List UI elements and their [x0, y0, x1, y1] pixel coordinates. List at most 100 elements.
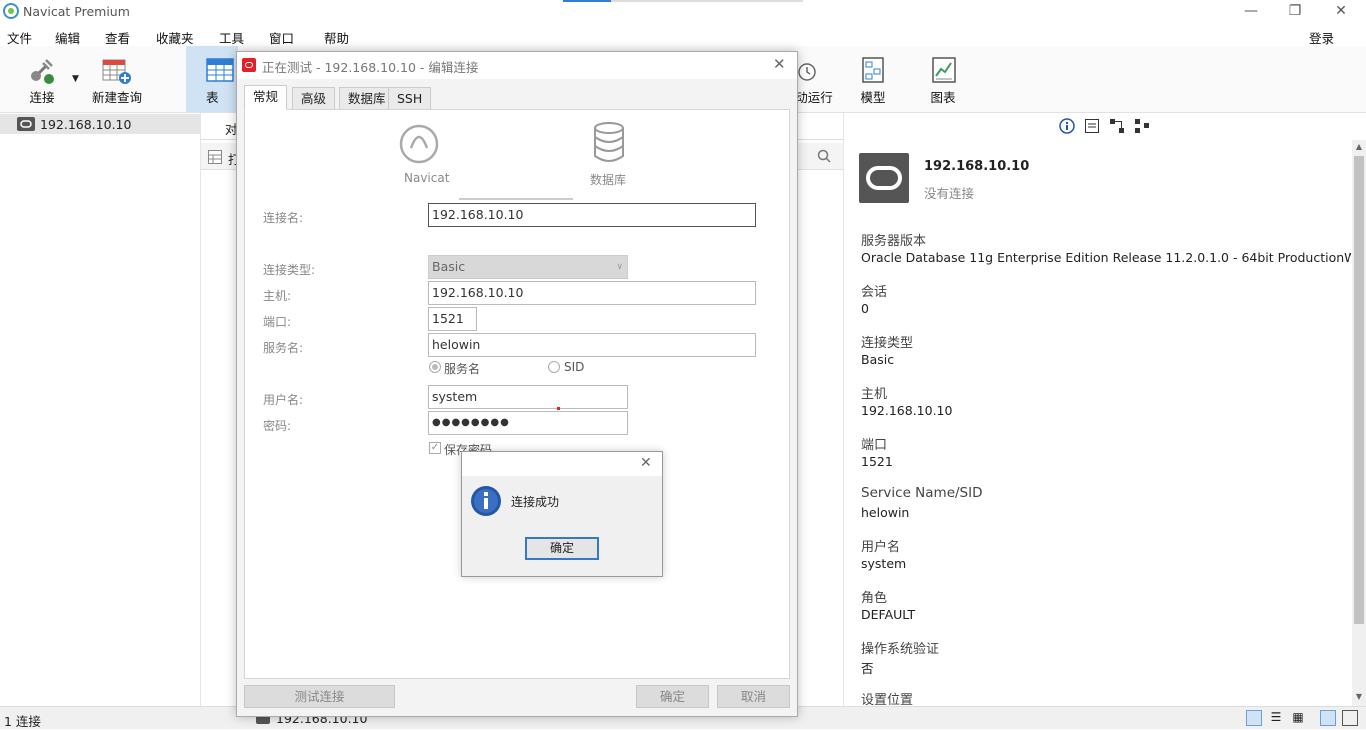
oracle-icon	[17, 117, 35, 131]
info-connection-status: 没有连接	[924, 186, 975, 201]
radio-sid[interactable]	[548, 361, 560, 373]
ddl-icon[interactable]	[1085, 119, 1099, 133]
database-icon	[594, 122, 624, 162]
menu-edit[interactable]: 编辑	[55, 28, 80, 47]
menu-file[interactable]: 文件	[7, 28, 32, 47]
info-connection-name: 192.168.10.10	[924, 159, 1030, 174]
search-icon[interactable]	[817, 149, 831, 163]
general-tab-panel: Navicat 数据库 连接名: 192.168.10.10 连接类型: Bas…	[244, 109, 790, 679]
service-label: 服务名:	[263, 341, 304, 355]
info-label-sessions: 会话	[861, 285, 888, 300]
menu-window[interactable]: 窗口	[269, 28, 294, 47]
scroll-down-icon[interactable]: ▼	[1352, 690, 1366, 704]
minimize-button[interactable]: —	[1228, 0, 1274, 22]
info-value-role: DEFAULT	[861, 607, 916, 622]
grid-view-icon[interactable]: ▦	[1290, 710, 1306, 726]
save-password-checkbox[interactable]: ✓	[429, 442, 441, 454]
dialog-close-icon[interactable]: ✕	[773, 55, 786, 73]
detail-view-icon[interactable]: ☰	[1268, 710, 1284, 726]
tab-advanced[interactable]: 高级	[292, 87, 336, 109]
scroll-thumb[interactable]	[1354, 156, 1364, 624]
connect-dropdown-icon[interactable]: ▼	[72, 74, 79, 84]
info-label-role: 角色	[861, 591, 888, 606]
info-scrollbar[interactable]: ▲ ▼	[1352, 140, 1366, 706]
menu-view[interactable]: 查看	[105, 28, 130, 47]
window-title: Navicat Premium	[23, 4, 130, 19]
info-label-service: Service Name/SID	[861, 485, 983, 501]
info-value-sessions: 0	[861, 301, 869, 316]
test-connection-button[interactable]: 测试连接	[244, 685, 395, 708]
connect-button[interactable]: ▼ 连接	[14, 46, 79, 112]
info-icon[interactable]	[1059, 118, 1075, 134]
title-bar: Navicat Premium — ❐ ✕	[0, 0, 1366, 24]
close-window-button[interactable]: ✕	[1318, 0, 1364, 22]
success-message-box: ✕ 连接成功 确定	[461, 451, 663, 577]
conn-name-label: 连接名:	[263, 211, 304, 225]
info-value-user: system	[861, 556, 907, 571]
user-input[interactable]: system	[428, 385, 628, 409]
list-view-icon[interactable]	[1246, 710, 1262, 726]
service-input[interactable]: helowin	[428, 333, 756, 357]
cursor-dot	[557, 407, 560, 410]
info-value-conn-type: Basic	[861, 352, 895, 367]
connect-label: 连接	[29, 90, 55, 105]
msgbox-ok-button[interactable]: 确定	[525, 537, 599, 560]
conn-name-input[interactable]: 192.168.10.10	[428, 203, 756, 227]
open-table-icon	[208, 150, 222, 164]
dependency-icon[interactable]	[1135, 119, 1149, 133]
dialog-ok-button[interactable]: 确定	[636, 685, 709, 708]
connection-logo	[859, 153, 909, 203]
tab-general[interactable]: 常规	[244, 85, 288, 110]
info-value-port: 1521	[861, 454, 893, 469]
info-large-icon	[471, 486, 501, 516]
sidebar-connection-item[interactable]: 192.168.10.10	[0, 114, 200, 134]
database-caption: 数据库	[590, 173, 627, 187]
dialog-cancel-button[interactable]: 取消	[717, 685, 790, 708]
oracle-large-icon	[866, 166, 902, 190]
msgbox-text: 连接成功	[511, 495, 560, 509]
msgbox-header: ✕	[462, 452, 662, 476]
port-input[interactable]: 1521	[428, 307, 477, 331]
host-label: 主机:	[263, 289, 292, 303]
chart-button[interactable]: 图表	[918, 46, 968, 112]
navicat-icon	[399, 124, 439, 164]
msgbox-close-icon[interactable]: ✕	[640, 455, 652, 471]
new-query-icon	[102, 59, 131, 84]
tab-ssh[interactable]: SSH	[388, 87, 432, 109]
password-label: 密码:	[263, 419, 292, 433]
connection-sidebar: 192.168.10.10	[0, 113, 201, 706]
menu-help[interactable]: 帮助	[324, 28, 349, 47]
new-query-button[interactable]: 新建查询	[88, 46, 146, 112]
info-label-server-version: 服务器版本	[861, 234, 927, 249]
scroll-up-icon[interactable]: ▲	[1352, 140, 1366, 154]
toggle-info-panel-icon[interactable]	[1320, 710, 1336, 726]
login-link[interactable]: 登录	[1309, 28, 1334, 47]
toggle-sidebar-icon[interactable]	[1342, 710, 1358, 726]
radio-service-name[interactable]	[429, 361, 441, 373]
user-label: 用户名:	[263, 393, 304, 407]
plug-icon	[31, 59, 54, 84]
conn-type-value: Basic	[432, 259, 466, 274]
new-query-label: 新建查询	[91, 90, 142, 105]
er-diagram-icon[interactable]	[1110, 119, 1124, 133]
password-input[interactable]: ●●●●●●●●	[428, 411, 628, 435]
tab-database[interactable]: 数据库	[339, 87, 395, 109]
table-icon	[206, 58, 234, 82]
chart-label: 图表	[930, 90, 956, 105]
conn-type-select[interactable]: Basic ∨	[428, 255, 628, 279]
radio-service-name-label: 服务名	[444, 362, 481, 376]
table-button[interactable]: 表	[186, 46, 238, 112]
radio-sid-label: SID	[564, 360, 585, 374]
info-label-os-auth: 操作系统验证	[861, 642, 940, 657]
menu-bar: 文件 编辑 查看 收藏夹 工具 窗口 帮助 登录	[0, 24, 1366, 73]
title-accent-track	[611, 0, 803, 2]
table-label: 表	[206, 90, 219, 105]
info-label-port: 端口	[861, 438, 888, 453]
info-label-host: 主机	[861, 387, 888, 402]
model-button[interactable]: 模型	[848, 46, 898, 112]
menu-favorites[interactable]: 收藏夹	[156, 28, 194, 47]
restore-button[interactable]: ❐	[1272, 0, 1318, 22]
host-input[interactable]: 192.168.10.10	[428, 281, 756, 305]
menu-tools[interactable]: 工具	[219, 28, 244, 47]
oracle-dialog-icon	[242, 58, 256, 72]
